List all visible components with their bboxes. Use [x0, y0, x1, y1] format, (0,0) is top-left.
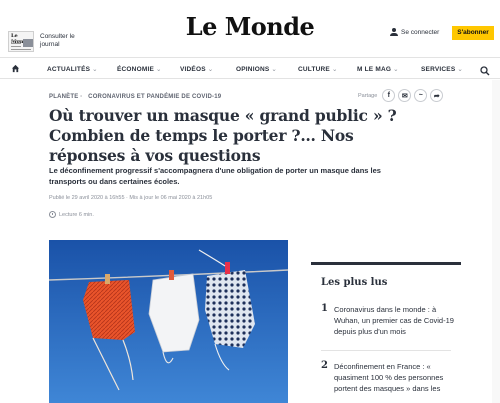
email-share-button[interactable]: ✉ — [398, 89, 412, 102]
nav-item-services[interactable]: SERVICES ⌄ — [421, 65, 463, 73]
site-header: Le Monde Consulter le journal Le Monde S… — [0, 0, 500, 57]
search-icon[interactable] — [480, 63, 490, 76]
page-gutter — [492, 80, 500, 403]
site-logo[interactable]: Le Monde — [180, 12, 320, 41]
article-dates: Publié le 29 avril 2020 à 16h55 · Mis à … — [49, 195, 213, 201]
home-icon[interactable] — [11, 64, 20, 73]
nav-item-m-le-mag[interactable]: M LE MAG ⌄ — [357, 65, 399, 73]
reading-time: Lecture 6 min. — [49, 211, 94, 218]
breadcrumb-coronavirus[interactable]: CORONAVIRUS ET PANDÉMIE DE COVID-19 — [88, 94, 221, 100]
share-label: Partage — [358, 92, 378, 99]
breadcrumb-planete[interactable]: PLANÈTE — [49, 94, 78, 100]
login-link[interactable]: Se connecter — [390, 28, 439, 36]
main-navigation: ACTUALITÉS ⌄ ÉCONOMIE ⌄ VIDÉOS ⌄ OPINIONS ⌄ … — [0, 57, 500, 79]
facebook-share-button[interactable]: f — [382, 89, 396, 102]
most-read-headline[interactable]: Coronavirus dans le monde : à Wuhan, un … — [334, 304, 454, 337]
nav-item-actualites[interactable]: ACTUALITÉS ⌄ — [47, 65, 98, 73]
nav-item-culture[interactable]: CULTURE ⌄ — [298, 65, 338, 73]
nav-item-opinions[interactable]: OPINIONS ⌄ — [236, 65, 277, 73]
article-description: Le déconfinement progressif s'accompagne… — [49, 166, 381, 186]
article-photo — [49, 240, 288, 403]
most-read-headline[interactable]: Déconfinement en France : « quasiment 10… — [334, 361, 454, 394]
breadcrumb: PLANÈTE · CORONAVIRUS ET PANDÉMIE DE COV… — [49, 94, 222, 100]
nav-item-videos[interactable]: VIDÉOS ⌄ — [180, 65, 213, 73]
subscribe-button[interactable]: S'abonner — [452, 26, 494, 40]
clock-icon — [49, 211, 56, 218]
forward-share-button[interactable]: ➦ — [430, 89, 444, 102]
consult-newspaper-link[interactable]: Consulter le journal — [40, 33, 80, 49]
divider — [321, 350, 451, 351]
most-read-title: Les plus lus — [321, 277, 388, 288]
reading-time-label: Lecture 6 min. — [59, 211, 94, 218]
messenger-share-button[interactable]: ~ — [414, 89, 428, 102]
most-read-rank: 1 — [321, 303, 328, 314]
share-bar: Partage f ✉ ~ ➦ — [358, 89, 444, 102]
most-read-rank: 2 — [321, 360, 328, 371]
most-read-panel: Les plus lus 1 Coronavirus dans le monde… — [311, 262, 461, 403]
user-icon — [390, 28, 398, 36]
article-title: Où trouver un masque « grand public » ? … — [49, 106, 397, 165]
nav-item-economie[interactable]: ÉCONOMIE ⌄ — [117, 65, 162, 73]
newspaper-thumbnail[interactable]: Le Monde — [8, 31, 34, 52]
login-label: Se connecter — [401, 28, 440, 36]
